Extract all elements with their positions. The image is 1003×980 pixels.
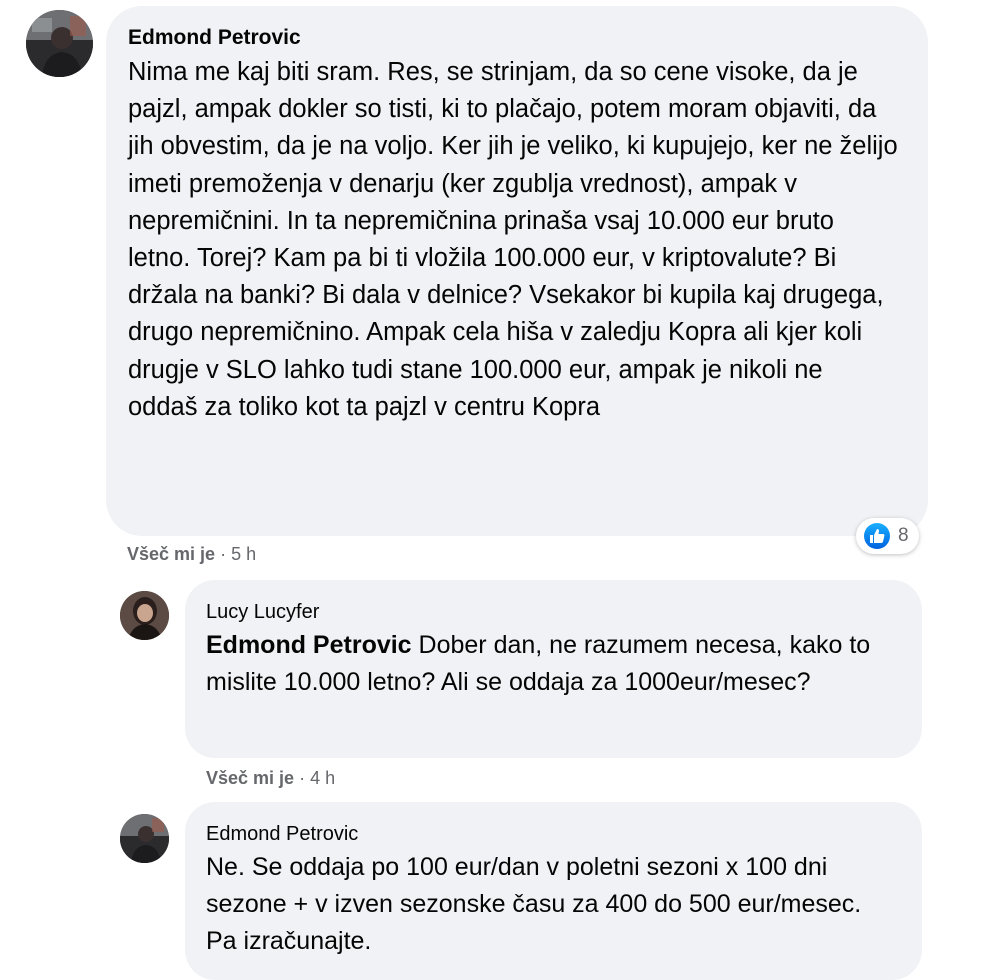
profile-photo-icon	[120, 814, 169, 863]
comment: Edmond Petrovic Nima me kaj biti sram. R…	[0, 0, 1003, 580]
reaction-count-label: 8	[898, 525, 909, 546]
comment-author[interactable]: Edmond Petrovic	[206, 823, 898, 846]
avatar[interactable]	[120, 591, 169, 640]
like-button[interactable]: Všeč mi je	[127, 544, 215, 564]
like-button[interactable]: Všeč mi je	[206, 768, 294, 788]
reply: Lucy Lucyfer Edmond Petrovic Dober dan, …	[0, 580, 1003, 800]
comment-bubble: Lucy Lucyfer Edmond Petrovic Dober dan, …	[185, 580, 922, 758]
comment-actions: Všeč mi je · 4 h	[206, 768, 335, 789]
timestamp[interactable]: 4 h	[310, 768, 335, 788]
timestamp[interactable]: 5 h	[231, 544, 256, 564]
reply: Edmond Petrovic Ne. Se oddaja po 100 eur…	[0, 800, 1003, 980]
mention-link[interactable]: Edmond Petrovic	[206, 631, 412, 659]
reaction-count[interactable]: 8	[856, 518, 919, 554]
profile-photo-icon	[26, 10, 93, 77]
avatar[interactable]	[26, 10, 93, 77]
like-icon	[864, 523, 890, 549]
profile-photo-icon	[120, 591, 169, 640]
comment-text: Edmond Petrovic Dober dan, ne razumem ne…	[206, 627, 896, 701]
avatar[interactable]	[120, 814, 169, 863]
separator: ·	[299, 768, 306, 788]
comment-actions: Všeč mi je · 5 h	[127, 544, 256, 565]
comment-text: Ne. Se oddaja po 100 eur/dan v poletni s…	[206, 853, 862, 956]
separator: ·	[220, 544, 227, 564]
comment-author[interactable]: Lucy Lucyfer	[206, 601, 898, 624]
comment-bubble: Edmond Petrovic Ne. Se oddaja po 100 eur…	[185, 802, 922, 980]
comment-author[interactable]: Edmond Petrovic	[128, 26, 902, 50]
comment-bubble: Edmond Petrovic Nima me kaj biti sram. R…	[106, 6, 928, 536]
comment-text: Nima me kaj biti sram. Res, se strinjam,…	[128, 58, 898, 421]
